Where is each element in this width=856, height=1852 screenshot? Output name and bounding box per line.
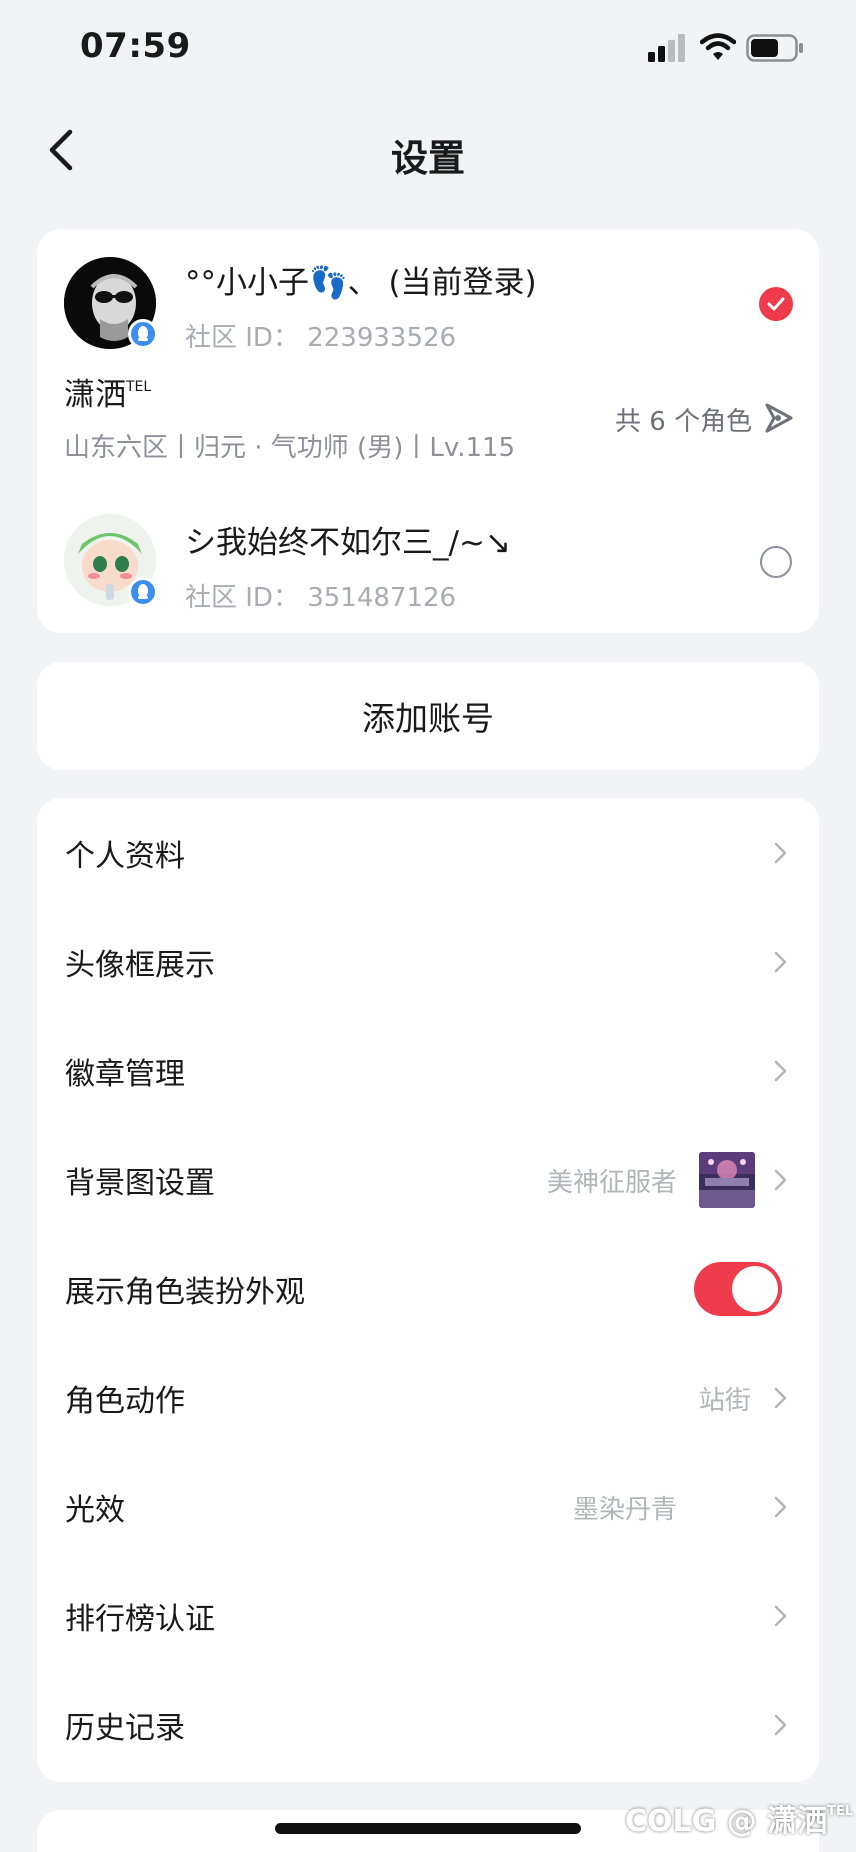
show-outfit-toggle[interactable] bbox=[694, 1262, 782, 1316]
settings-item-light-effect[interactable]: 光效 墨染丹青 bbox=[37, 1452, 819, 1562]
settings-item-label: 光效 bbox=[65, 1493, 125, 1528]
chevron-right-icon bbox=[774, 1605, 787, 1627]
settings-item-history[interactable]: 历史记录 bbox=[37, 1670, 819, 1780]
add-account-button[interactable]: 添加账号 bbox=[37, 662, 819, 770]
chevron-right-icon bbox=[774, 1169, 787, 1191]
chevron-right-icon bbox=[774, 1387, 787, 1409]
community-id: 社区 ID： 351487126 bbox=[185, 583, 457, 613]
account-item-current[interactable]: °°小小子👣、 (当前登录) 社区 ID： 223933526 bbox=[37, 229, 819, 359]
role-info: 山东六区丨归元 · 气功师 (男)丨Lv.115 bbox=[64, 433, 516, 463]
account-name: シ我始终不如尔三_/~↘ bbox=[185, 525, 511, 561]
settings-item-label: 历史记录 bbox=[65, 1711, 185, 1746]
settings-item-label: 排行榜认证 bbox=[65, 1602, 215, 1637]
settings-list: 个人资料 头像框展示 徽章管理 背景图设置 美神征服者 展示角色装扮外观 角色动… bbox=[37, 798, 819, 1782]
account-item-secondary[interactable]: シ我始终不如尔三_/~↘ 社区 ID： 351487126 bbox=[37, 499, 819, 629]
settings-item-badges[interactable]: 徽章管理 bbox=[37, 1016, 819, 1126]
role-name: 潇洒TEL bbox=[64, 377, 152, 413]
settings-item-label: 个人资料 bbox=[65, 839, 185, 874]
chevron-right-icon bbox=[774, 1060, 787, 1082]
qq-badge-icon bbox=[128, 577, 158, 607]
chevron-right-icon bbox=[774, 1714, 787, 1736]
check-icon bbox=[767, 297, 785, 311]
accounts-card: °°小小子👣、 (当前登录) 社区 ID： 223933526 潇洒TEL 山东… bbox=[37, 229, 819, 633]
home-indicator bbox=[275, 1823, 581, 1834]
settings-item-background[interactable]: 背景图设置 美神征服者 bbox=[37, 1125, 819, 1235]
settings-item-leaderboard[interactable]: 排行榜认证 bbox=[37, 1561, 819, 1671]
chevron-right-icon bbox=[774, 842, 787, 864]
background-thumbnail bbox=[699, 1152, 755, 1208]
settings-item-label: 背景图设置 bbox=[65, 1166, 215, 1201]
chevron-right-icon bbox=[774, 1496, 787, 1518]
settings-item-value: 墨染丹青 bbox=[573, 1494, 678, 1525]
settings-item-show-outfit: 展示角色装扮外观 bbox=[37, 1234, 819, 1344]
status-time: 07:59 bbox=[80, 26, 191, 66]
settings-item-avatar-frame[interactable]: 头像框展示 bbox=[37, 907, 819, 1017]
settings-item-role-action[interactable]: 角色动作 站街 bbox=[37, 1343, 819, 1453]
toggle-knob bbox=[732, 1266, 778, 1312]
add-account-label: 添加账号 bbox=[362, 699, 494, 738]
settings-item-label: 头像框展示 bbox=[65, 948, 215, 983]
page-title: 设置 bbox=[391, 137, 465, 180]
watermark: COLG @ 潇洒TEL bbox=[625, 1804, 854, 1839]
settings-item-label: 展示角色装扮外观 bbox=[65, 1275, 305, 1310]
battery-icon bbox=[746, 34, 803, 62]
chevron-right-icon bbox=[774, 951, 787, 973]
settings-item-profile[interactable]: 个人资料 bbox=[37, 798, 819, 908]
settings-item-label: 徽章管理 bbox=[65, 1057, 185, 1092]
account-name: °°小小子👣、 (当前登录) bbox=[185, 265, 537, 301]
selected-radio[interactable] bbox=[759, 287, 793, 321]
role-summary[interactable]: 潇洒TEL 山东六区丨归元 · 气功师 (男)丨Lv.115 共 6 个角色 bbox=[37, 369, 819, 479]
settings-item-value: 站街 bbox=[699, 1385, 752, 1416]
qq-badge-icon bbox=[128, 319, 158, 349]
community-id: 社区 ID： 223933526 bbox=[185, 323, 457, 353]
status-bar: 07:59 bbox=[0, 0, 856, 96]
wifi-icon bbox=[700, 33, 736, 60]
settings-item-label: 角色动作 bbox=[65, 1384, 185, 1419]
role-count: 共 6 个角色 bbox=[615, 407, 753, 437]
unselected-radio[interactable] bbox=[760, 546, 792, 578]
settings-item-value: 美神征服者 bbox=[547, 1167, 678, 1198]
navigation-bar: 设置 bbox=[0, 110, 856, 190]
cellular-signal-icon bbox=[648, 34, 685, 62]
switch-role-icon bbox=[765, 403, 793, 433]
